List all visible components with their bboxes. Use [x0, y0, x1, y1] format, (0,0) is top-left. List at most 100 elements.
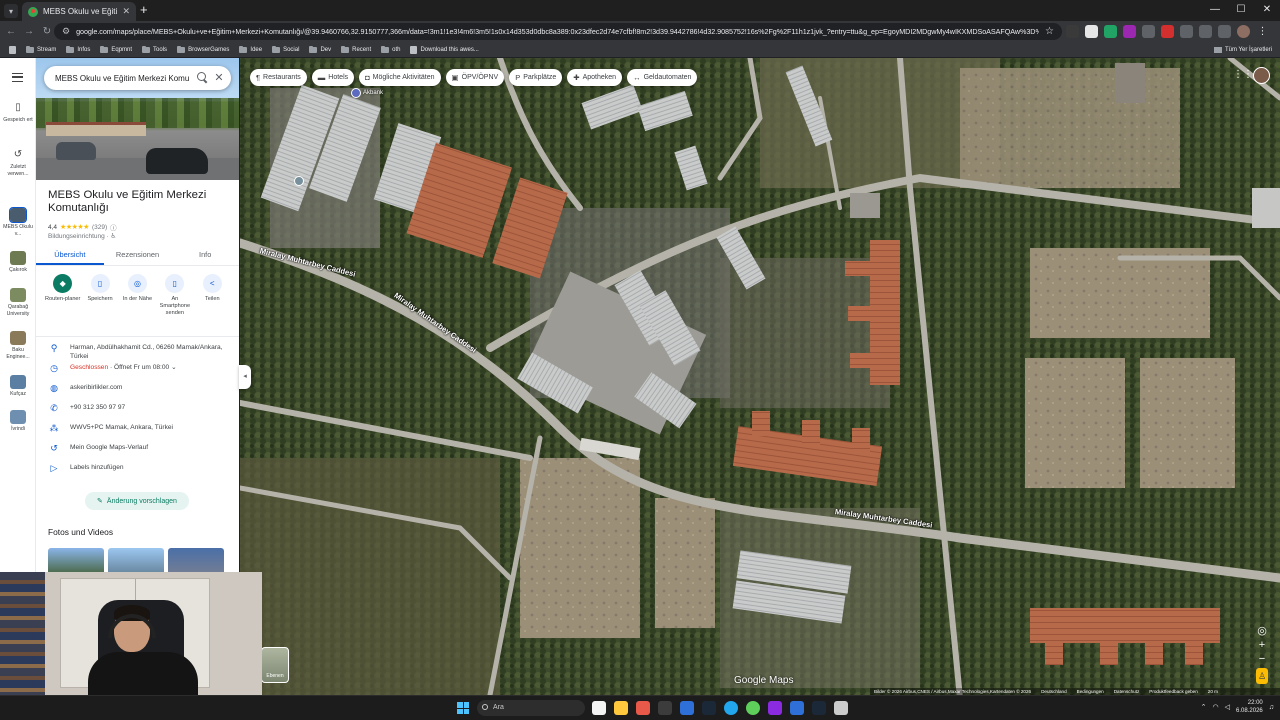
rail-recent-place[interactable]: MEBS Okulu v...: [0, 207, 36, 237]
windows-start-icon[interactable]: [457, 702, 469, 714]
taskbar-app-icon[interactable]: [790, 701, 804, 715]
tab-info[interactable]: Info: [171, 246, 239, 265]
rating-row[interactable]: 4,4 ★★★★★ (329) ⓘ: [48, 222, 117, 233]
send-to-phone-button[interactable]: ▯ An Smartphone senden: [157, 274, 193, 317]
close-icon[interactable]: ✕: [213, 72, 225, 84]
directions-button[interactable]: ◆ Routen-planer: [45, 274, 81, 317]
bookmark-folder[interactable]: Recent: [336, 45, 376, 53]
rail-recent-place[interactable]: Kufçaz: [0, 375, 36, 398]
bookmark-folder[interactable]: Stream: [21, 45, 61, 53]
chip-pharmacies[interactable]: ✚ Apotheken: [567, 69, 623, 86]
chip-transit[interactable]: ▣ ÖPV/ÖPNV: [445, 69, 505, 86]
google-apps-icon[interactable]: ⋮⋮: [1233, 70, 1253, 80]
rail-recent-place[interactable]: Çakırok: [0, 251, 36, 274]
taskbar-app-icon[interactable]: [812, 701, 826, 715]
extension-icon[interactable]: [1085, 25, 1098, 38]
taskbar-app-icon[interactable]: [834, 701, 848, 715]
chip-activities[interactable]: ◘ Mögliche Aktivitäten: [359, 69, 441, 86]
rail-recent[interactable]: ↺ Zuletzt verwen...: [0, 148, 36, 177]
poi-marker[interactable]: [294, 176, 304, 186]
suggest-edit-button[interactable]: ✎ Änderung vorschlagen: [85, 492, 189, 510]
search-input[interactable]: MEBS Okulu ve Eğitim Merkezi Komutanlığı: [55, 74, 189, 83]
sidebar-icon[interactable]: [1218, 25, 1231, 38]
address-row[interactable]: ⚲ Harman, Abdülhakhamit Cd., 06260 Mamak…: [36, 343, 239, 363]
zoom-out-button[interactable]: −: [1254, 652, 1270, 666]
labels-row[interactable]: ▷ Labels hinzufügen: [36, 463, 239, 483]
extension-icon[interactable]: [1104, 25, 1117, 38]
tab-search-icon[interactable]: ▾: [4, 4, 18, 18]
bookmark-folder[interactable]: Tools: [137, 45, 172, 53]
rail-recent-place[interactable]: İvrindi: [0, 410, 36, 433]
address-url[interactable]: google.com/maps/place/MEBS+Okulu+ve+Eğit…: [76, 27, 1039, 36]
bookmark-folder[interactable]: Eqpmnt: [95, 45, 137, 53]
bookmark-folder[interactable]: Dev: [304, 45, 336, 53]
bookmark-link[interactable]: Download this awes...: [405, 45, 483, 54]
site-info-icon[interactable]: ⚙: [62, 26, 70, 37]
taskbar-app-icon[interactable]: [746, 701, 760, 715]
zoom-in-button[interactable]: +: [1254, 638, 1270, 652]
phone-row[interactable]: ✆ +90 312 350 97 97: [36, 403, 239, 423]
profile-avatar-icon[interactable]: [1237, 25, 1250, 38]
taskbar-app-icon[interactable]: [680, 701, 694, 715]
rail-saved[interactable]: ▯ Gespeich ert: [0, 101, 36, 124]
hamburger-menu-icon[interactable]: [12, 73, 23, 82]
save-button[interactable]: ▯ Speichern: [82, 274, 118, 317]
bookmark-star-icon[interactable]: ☆: [1045, 26, 1054, 37]
history-row[interactable]: ↺ Mein Google Maps-Verlauf: [36, 443, 239, 463]
tab-overview[interactable]: Übersicht: [36, 246, 104, 265]
rail-recent-place[interactable]: Baku Enginee...: [0, 331, 36, 360]
chip-atms[interactable]: ↔ Geldautomaten: [627, 69, 698, 86]
apps-icon[interactable]: [4, 45, 21, 54]
review-count[interactable]: (329): [92, 224, 107, 231]
tray-chevron-icon[interactable]: ⌃: [1201, 703, 1207, 711]
taskbar-app-icon[interactable]: [658, 701, 672, 715]
layers-button[interactable]: Ebenen: [261, 647, 289, 683]
collapse-panel-button[interactable]: ◂: [239, 365, 251, 389]
chip-parking[interactable]: P Parkplätze: [509, 69, 563, 86]
bookmark-folder[interactable]: Social: [267, 45, 304, 53]
search-icon[interactable]: [195, 72, 207, 84]
file-explorer-icon[interactable]: [614, 701, 628, 715]
nearby-button[interactable]: ◎ In der Nähe: [119, 274, 155, 317]
wifi-icon[interactable]: ◠: [1213, 703, 1219, 711]
info-circle-icon[interactable]: ⓘ: [110, 222, 117, 232]
share-button[interactable]: < Teilen: [194, 274, 230, 317]
website-row[interactable]: ◍ askeribirlikler.com: [36, 383, 239, 403]
rail-recent-place[interactable]: Qarabağ University: [0, 288, 36, 317]
taskbar-app-icon[interactable]: [592, 701, 606, 715]
account-avatar[interactable]: [1253, 67, 1270, 84]
bookmark-folder[interactable]: Infos: [61, 45, 95, 53]
website-link[interactable]: askeribirlikler.com: [70, 383, 122, 392]
bookmark-folder[interactable]: Idee: [234, 45, 267, 53]
clock[interactable]: 22:00 6.08.2026: [1236, 699, 1263, 715]
notification-bell-icon[interactable]: ♫: [1269, 704, 1274, 711]
minimize-icon[interactable]: —: [1202, 0, 1228, 21]
chrome-icon[interactable]: [724, 701, 738, 715]
reload-icon[interactable]: ↻: [40, 26, 54, 37]
plus-code-row[interactable]: ⁂ WWV5+PC Mamak, Ankara, Türkei: [36, 423, 239, 443]
taskbar-search[interactable]: Ara: [477, 700, 585, 716]
extension-icon[interactable]: [1066, 25, 1079, 38]
bookmark-folder[interactable]: oth: [376, 45, 405, 53]
tab-reviews[interactable]: Rezensionen: [104, 246, 172, 265]
volume-icon[interactable]: ◁: [1225, 703, 1230, 711]
back-icon[interactable]: ←: [4, 26, 18, 37]
puzzle-icon[interactable]: [1199, 25, 1212, 38]
chip-restaurants[interactable]: ¶ Restaurants: [250, 69, 307, 86]
place-category[interactable]: Bildungseinrichtung · ♿: [48, 232, 116, 240]
hours-row[interactable]: ◷ Geschlossen · Öffnet Fr um 08:00 ⌄: [36, 363, 239, 383]
satellite-map[interactable]: Miralay Muhtarbey Caddesi Miralay Muhtar…: [240, 58, 1280, 695]
forward-icon[interactable]: →: [22, 26, 36, 37]
new-tab-button[interactable]: +: [140, 3, 148, 17]
pegman-icon[interactable]: ♙: [1256, 668, 1268, 684]
steam-icon[interactable]: [702, 701, 716, 715]
extension-icon[interactable]: [1180, 25, 1193, 38]
my-location-icon[interactable]: ◎: [1254, 624, 1270, 638]
all-bookmarks[interactable]: Tüm Yer İşaretleri: [1213, 42, 1272, 58]
bookmark-folder[interactable]: BrowserGames: [172, 45, 234, 53]
tab-close-icon[interactable]: ✕: [122, 6, 130, 17]
taskbar-app-icon[interactable]: [636, 701, 650, 715]
extension-icon[interactable]: [1161, 25, 1174, 38]
maximize-icon[interactable]: ☐: [1228, 0, 1254, 21]
taskbar-app-icon[interactable]: [768, 701, 782, 715]
